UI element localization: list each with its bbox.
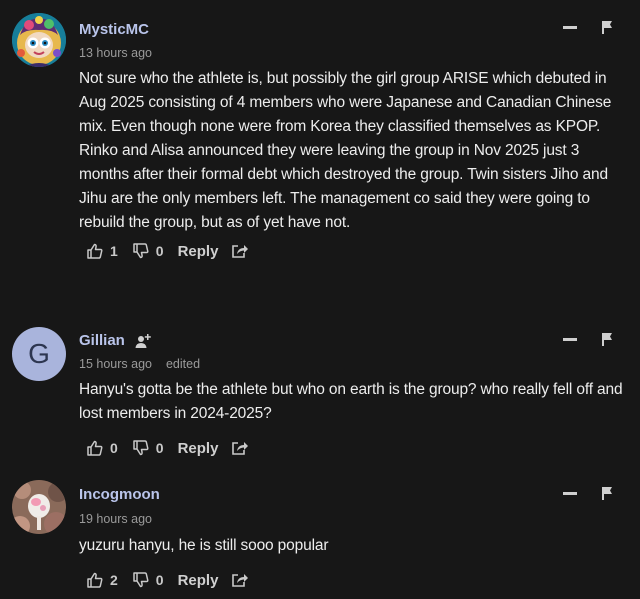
comment-actions: 0 0 Reply [86, 437, 249, 459]
edited-label: edited [165, 357, 201, 371]
like-button[interactable]: 1 [86, 242, 118, 260]
illustrated-avatar-icon [12, 13, 66, 67]
thumbs-down-icon [133, 440, 149, 456]
comment-meta: 15 hours ago edited [79, 356, 200, 372]
thumbs-down-icon [133, 572, 149, 588]
photo-avatar-icon [12, 480, 66, 534]
dislike-count: 0 [155, 572, 164, 588]
flag-icon[interactable] [601, 20, 613, 34]
avatar[interactable] [12, 480, 66, 534]
follow-user-icon[interactable] [135, 333, 151, 349]
avatar[interactable] [12, 13, 66, 67]
share-icon[interactable] [231, 440, 249, 456]
username[interactable]: Incogmoon [79, 486, 160, 504]
timestamp[interactable]: 19 hours ago [79, 512, 152, 526]
timestamp[interactable]: 13 hours ago [79, 46, 152, 60]
share-icon[interactable] [231, 572, 249, 588]
thumbs-up-icon [87, 572, 103, 588]
dislike-count: 0 [155, 440, 164, 456]
comment: Incogmoon 19 hours ago yuzuru hanyu, he … [0, 470, 640, 599]
comment: MysticMC 13 hours ago Not sure who the a… [0, 0, 640, 290]
avatar[interactable]: G [12, 327, 66, 381]
comment-body: Hanyu's gotta be the athlete but who on … [79, 381, 623, 422]
dislike-button[interactable]: 0 [132, 439, 164, 457]
comment-actions: 2 0 Reply [86, 569, 249, 591]
username[interactable]: MysticMC [79, 21, 149, 39]
dislike-count: 0 [155, 243, 164, 259]
comment-controls [563, 485, 613, 501]
timestamp[interactable]: 15 hours ago [79, 357, 152, 371]
username[interactable]: Gillian [79, 332, 125, 349]
like-button[interactable]: 2 [86, 571, 118, 589]
flag-icon[interactable] [601, 486, 613, 500]
comment-meta: 13 hours ago [79, 45, 152, 61]
like-count: 0 [110, 440, 118, 456]
flag-icon[interactable] [601, 332, 613, 346]
share-icon[interactable] [231, 243, 249, 259]
comment-controls [563, 331, 613, 347]
thumbs-down-icon [133, 243, 149, 259]
username-row: Gillian [79, 332, 151, 350]
thumbs-up-icon [87, 243, 103, 259]
collapse-icon[interactable] [563, 491, 577, 495]
comment-body: yuzuru hanyu, he is still sooo popular [79, 537, 329, 554]
collapse-icon[interactable] [563, 337, 577, 341]
collapse-icon[interactable] [563, 25, 577, 29]
like-count: 2 [110, 572, 118, 588]
dislike-button[interactable]: 0 [132, 571, 164, 589]
comment-body: Not sure who the athlete is, but possibl… [79, 70, 612, 231]
comment-actions: 1 0 Reply [86, 240, 249, 262]
dislike-button[interactable]: 0 [132, 242, 164, 260]
comment-controls [563, 19, 613, 35]
avatar-letter: G [28, 338, 50, 369]
like-count: 1 [110, 243, 118, 259]
reply-button[interactable]: Reply [178, 572, 219, 589]
reply-button[interactable]: Reply [178, 243, 219, 260]
like-button[interactable]: 0 [86, 439, 118, 457]
comment: G Gillian 15 hours ago edited Hanyu's got… [0, 290, 640, 470]
thumbs-up-icon [87, 440, 103, 456]
reply-button[interactable]: Reply [178, 440, 219, 457]
comment-meta: 19 hours ago [79, 511, 152, 527]
